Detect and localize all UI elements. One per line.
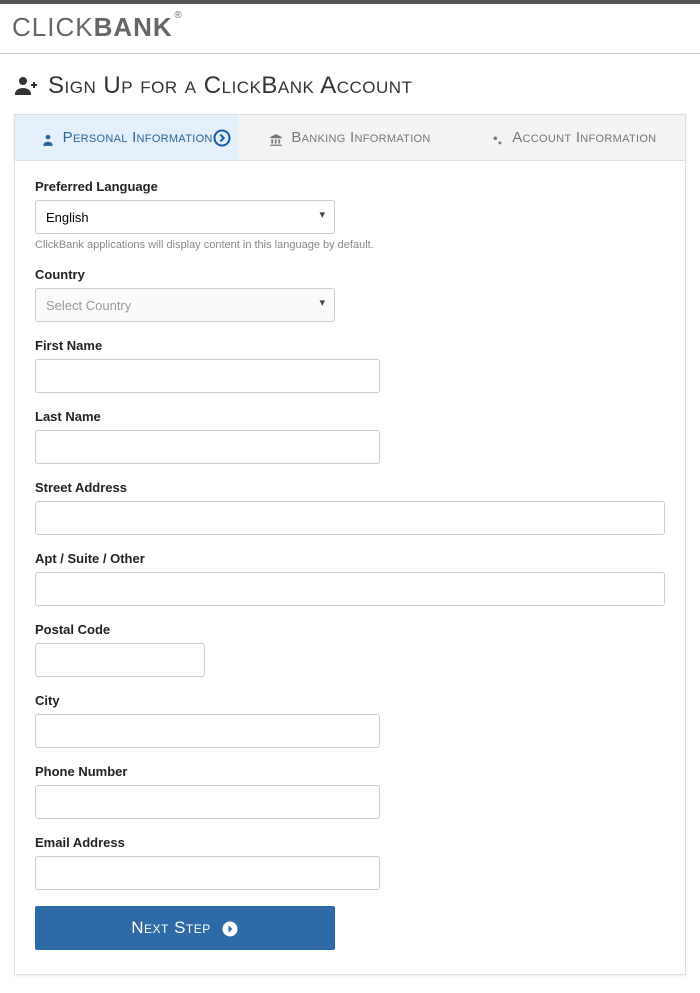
label-first-name: First Name — [35, 338, 665, 353]
label-country: Country — [35, 267, 665, 282]
country-select[interactable]: Select Country — [35, 288, 335, 322]
label-city: City — [35, 693, 665, 708]
email-input[interactable] — [35, 856, 380, 890]
postal-input[interactable] — [35, 643, 205, 677]
label-apt: Apt / Suite / Other — [35, 551, 665, 566]
tabs: Personal Information Banking Information… — [15, 115, 685, 161]
last-name-input[interactable] — [35, 430, 380, 464]
brand-logo: CLICKBANK® — [12, 12, 173, 43]
label-email: Email Address — [35, 835, 665, 850]
next-step-button[interactable]: Next Step — [35, 906, 335, 950]
apt-input[interactable] — [35, 572, 665, 606]
bank-icon — [269, 131, 283, 145]
city-input[interactable] — [35, 714, 380, 748]
group-last-name: Last Name — [35, 409, 665, 464]
group-first-name: First Name — [35, 338, 665, 393]
brand-click: CLICK — [12, 12, 94, 42]
header: CLICKBANK® — [0, 4, 700, 54]
gears-icon — [490, 131, 504, 145]
label-street: Street Address — [35, 480, 665, 495]
arrow-right-circle-icon — [221, 918, 239, 938]
street-input[interactable] — [35, 501, 665, 535]
phone-input[interactable] — [35, 785, 380, 819]
arrow-right-circle-icon — [212, 128, 232, 148]
person-icon — [41, 131, 55, 145]
group-street: Street Address — [35, 480, 665, 535]
page-title-row: Sign Up for a ClickBank Account — [0, 54, 700, 114]
tab-personal[interactable]: Personal Information — [15, 115, 238, 160]
help-language: ClickBank applications will display cont… — [35, 239, 665, 251]
group-email: Email Address — [35, 835, 665, 890]
label-postal: Postal Code — [35, 622, 665, 637]
group-phone: Phone Number — [35, 764, 665, 819]
signup-card: Personal Information Banking Information… — [14, 114, 686, 975]
select-wrap-language: English — [35, 200, 335, 234]
tab-banking[interactable]: Banking Information — [238, 115, 461, 160]
tab-personal-label: Personal Information — [63, 129, 213, 146]
label-language: Preferred Language — [35, 179, 665, 194]
tab-account-label: Account Information — [512, 129, 656, 146]
brand-reg: ® — [174, 10, 182, 21]
next-step-label: Next Step — [131, 918, 211, 938]
select-wrap-country: Select Country — [35, 288, 335, 322]
group-language: Preferred Language English ClickBank app… — [35, 179, 665, 251]
page-title: Sign Up for a ClickBank Account — [48, 72, 412, 100]
label-phone: Phone Number — [35, 764, 665, 779]
language-select[interactable]: English — [35, 200, 335, 234]
tab-account[interactable]: Account Information — [462, 115, 685, 160]
user-plus-icon — [14, 74, 38, 98]
form-body: Preferred Language English ClickBank app… — [15, 161, 685, 974]
label-last-name: Last Name — [35, 409, 665, 424]
group-city: City — [35, 693, 665, 748]
tab-banking-label: Banking Information — [291, 129, 430, 146]
first-name-input[interactable] — [35, 359, 380, 393]
group-apt: Apt / Suite / Other — [35, 551, 665, 606]
group-postal: Postal Code — [35, 622, 665, 677]
brand-bank: BANK — [94, 12, 173, 42]
group-country: Country Select Country — [35, 267, 665, 322]
